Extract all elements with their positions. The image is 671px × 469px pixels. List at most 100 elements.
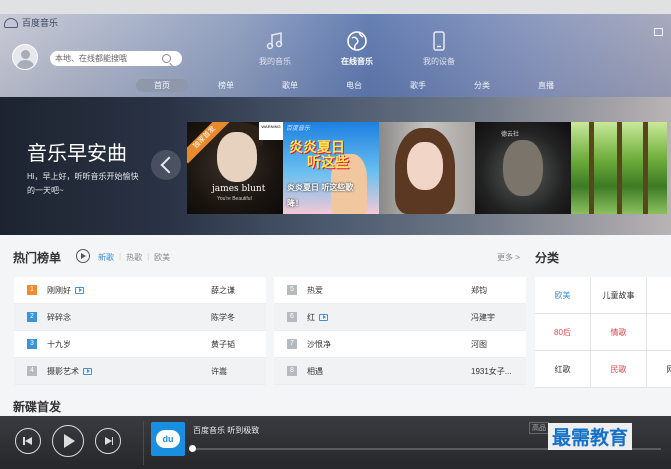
chart-list-right: 5 热爱 郑钧 6 红 冯建宇 7 沙恨净 河图 8 相遇 1931女子... <box>274 277 526 385</box>
next-track-button[interactable] <box>95 428 121 454</box>
artist-name[interactable]: 郑钧 <box>471 285 487 296</box>
watermark: 最需教育 <box>548 423 633 450</box>
new-releases-title: 新碟首发 <box>13 400 62 414</box>
previous-track-button[interactable] <box>15 428 41 454</box>
search-input[interactable] <box>50 54 162 63</box>
artist-name[interactable]: 黄子韬 <box>211 339 235 350</box>
artist-name[interactable]: 河图 <box>471 339 487 350</box>
quality-badge[interactable]: 高品 <box>529 422 549 434</box>
banner: 音乐早安曲 Hi，早上好，听听音乐开始愉快的一天吧~ 独家首发 WARNING … <box>0 97 671 235</box>
more-label: 更多 <box>497 253 513 262</box>
tab-separator: | <box>119 252 122 261</box>
tree-trunk <box>617 122 622 214</box>
cover-headline: 听这些 <box>307 154 349 170</box>
artist-name[interactable]: 许嵩 <box>211 366 227 377</box>
tree-trunk <box>643 122 648 214</box>
album-cover[interactable]: 独家首发 WARNING james blunt You're Beautifu… <box>187 122 283 214</box>
category-item[interactable]: 红歌 <box>535 351 591 388</box>
rank-badge: 2 <box>27 312 37 322</box>
play-all-icon[interactable] <box>76 249 90 263</box>
category-item[interactable]: 欧美 <box>535 277 591 314</box>
subnav-categories[interactable]: 分类 <box>450 79 514 92</box>
subnav-live[interactable]: 直播 <box>514 79 578 92</box>
tab-western[interactable]: 欧美 <box>154 252 170 263</box>
subnav-artists[interactable]: 歌手 <box>386 79 450 92</box>
search-box[interactable] <box>50 51 182 66</box>
subnav-playlists[interactable]: 歌单 <box>258 79 322 92</box>
subnav-home[interactable]: 首页 <box>136 79 188 92</box>
nav-online-music[interactable]: 在线音乐 <box>322 30 392 67</box>
mv-icon[interactable] <box>319 313 328 321</box>
album-cover[interactable]: 德云社 <box>475 122 571 214</box>
song-title[interactable]: 相遇 <box>307 366 323 377</box>
banner-prev-button[interactable] <box>151 150 181 180</box>
song-title[interactable]: 红 <box>307 312 315 323</box>
song-title[interactable]: 摄影艺术 <box>47 366 79 377</box>
user-avatar[interactable] <box>12 44 38 70</box>
banner-covers: 独家首发 WARNING james blunt You're Beautifu… <box>187 122 667 214</box>
artist-name[interactable]: 冯建宇 <box>471 312 495 323</box>
song-row[interactable]: 1 刚刚好 薛之谦 <box>14 277 266 304</box>
album-cover[interactable]: 百度音乐 炎炎夏日 听这些 炎炎夏日 听这些歌 降！ <box>283 122 379 214</box>
category-item[interactable]: 电 <box>647 314 671 351</box>
sub-navigation: 首页 榜单 歌单 电台 歌手 分类 直播 <box>130 79 578 92</box>
search-icon[interactable] <box>162 54 171 63</box>
artist-name[interactable]: 1931女子... <box>471 366 511 377</box>
mv-icon[interactable] <box>75 286 84 294</box>
chart-list-left: 1 刚刚好 薛之谦 2 碎碎念 陈学冬 3 十九岁 黄子韬 4 摄影艺术 许嵩 <box>14 277 266 385</box>
song-title[interactable]: 十九岁 <box>47 339 71 350</box>
category-grid: 欧美 儿童故事 天 80后 情歌 电 红歌 民歌 网络 <box>535 277 671 388</box>
song-row[interactable]: 2 碎碎念 陈学冬 <box>14 304 266 331</box>
category-item[interactable]: 天 <box>647 277 671 314</box>
category-item[interactable]: 民歌 <box>591 351 647 388</box>
rank-badge: 1 <box>27 285 37 295</box>
nav-my-music[interactable]: 我的音乐 <box>240 30 310 67</box>
song-row[interactable]: 4 摄影艺术 许嵩 <box>14 358 266 385</box>
song-row[interactable]: 3 十九岁 黄子韬 <box>14 331 266 358</box>
tab-new-songs[interactable]: 新歌 <box>98 252 114 263</box>
du-logo-icon: du <box>156 430 180 448</box>
song-row[interactable]: 6 红 冯建宇 <box>274 304 526 331</box>
play-button[interactable] <box>52 425 84 457</box>
mv-icon[interactable] <box>83 367 92 375</box>
nav-my-devices-label: 我的设备 <box>423 57 455 66</box>
song-title[interactable]: 碎碎念 <box>47 312 71 323</box>
artist-name[interactable]: 陈学冬 <box>211 312 235 323</box>
artist-name[interactable]: 薛之谦 <box>211 285 235 296</box>
category-item[interactable]: 80后 <box>535 314 591 351</box>
window-menu-icon[interactable] <box>654 28 663 36</box>
song-row[interactable]: 7 沙恨净 河图 <box>274 331 526 358</box>
rank-badge: 6 <box>287 312 297 322</box>
song-title[interactable]: 热爱 <box>307 285 323 296</box>
category-item[interactable]: 情歌 <box>591 314 647 351</box>
album-cover[interactable] <box>571 122 667 214</box>
cover-caption: 降！ <box>287 199 303 208</box>
main-content: 热门榜单 新歌 | 热歌 | 欧美 更多 > 1 刚刚好 薛之谦 2 碎碎念 陈… <box>0 235 671 415</box>
rank-badge: 3 <box>27 339 37 349</box>
song-title[interactable]: 沙恨净 <box>307 339 331 350</box>
category-item[interactable]: 儿童故事 <box>591 277 647 314</box>
globe-icon <box>347 31 367 51</box>
rank-badge: 5 <box>287 285 297 295</box>
phone-icon <box>433 31 445 51</box>
nav-my-devices[interactable]: 我的设备 <box>404 30 474 67</box>
hot-charts-title: 热门榜单 <box>13 251 62 265</box>
more-link[interactable]: 更多 > <box>497 252 520 263</box>
banner-subtitle: Hi，早上好，听听音乐开始愉快的一天吧~ <box>27 172 139 195</box>
subnav-charts[interactable]: 榜单 <box>194 79 258 92</box>
subnav-radio[interactable]: 电台 <box>322 79 386 92</box>
app-title-bar: 百度音乐 <box>4 16 58 29</box>
tab-hot-songs[interactable]: 热歌 <box>126 252 142 263</box>
cover-art <box>407 142 443 190</box>
chart-tabs: 新歌 | 热歌 | 欧美 <box>98 252 170 263</box>
now-playing-thumbnail[interactable]: du <box>151 422 185 456</box>
progress-knob[interactable] <box>189 445 196 452</box>
category-item[interactable]: 网络 <box>647 351 671 388</box>
album-cover[interactable] <box>379 122 475 214</box>
song-row[interactable]: 5 热爱 郑钧 <box>274 277 526 304</box>
tab-separator: | <box>147 252 150 261</box>
baidu-music-logo-icon <box>4 17 18 28</box>
song-title[interactable]: 刚刚好 <box>47 285 71 296</box>
song-row[interactable]: 8 相遇 1931女子... <box>274 358 526 385</box>
banner-title: 音乐早安曲 <box>27 143 127 165</box>
